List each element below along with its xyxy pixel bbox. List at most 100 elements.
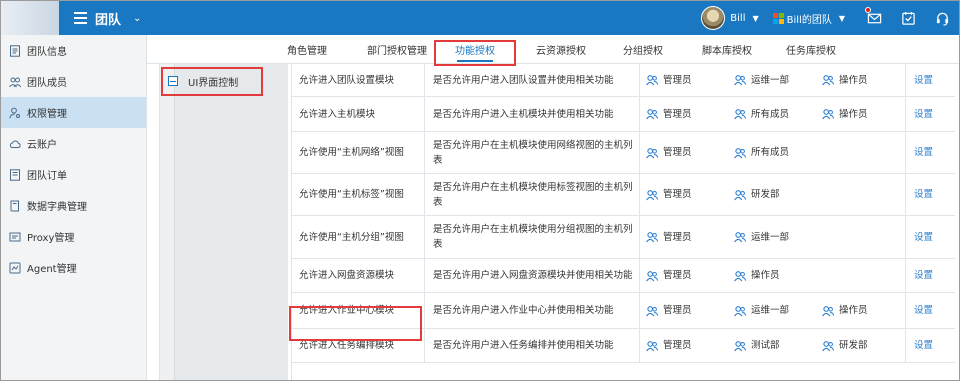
role-tag: 运维一部 — [734, 293, 789, 328]
permission-description: 是否允许用户在主机模块使用标签视图的主机列表 — [425, 174, 640, 215]
role-tag: 研发部 — [822, 329, 868, 362]
settings-link[interactable]: 设置 — [906, 293, 955, 328]
mail-icon[interactable] — [857, 1, 891, 35]
table-row: 允许使用“主机标签”视图 是否允许用户在主机模块使用标签视图的主机列表 管理员 研发部… — [292, 174, 955, 216]
assigned-roles: 管理员 所有成员 — [640, 132, 906, 173]
permission-name: 允许进入作业中心模块 — [292, 293, 425, 328]
role-label: 管理员 — [663, 305, 692, 316]
table-row: 允许进入任务编排模块 是否允许用户进入任务编排并使用相关功能 管理员 测试部 研发部 设置 — [292, 329, 955, 363]
table-row: 允许进入团队设置模块 是否允许用户进入团队设置并使用相关功能 管理员 运维一部 操作员 设… — [292, 64, 955, 97]
assigned-roles: 管理员 运维一部 — [640, 216, 906, 258]
role-label: 运维一部 — [751, 305, 790, 316]
task-check-icon[interactable] — [891, 1, 925, 35]
permission-name: 允许进入任务编排模块 — [292, 329, 425, 362]
role-tag: 管理员 — [646, 293, 692, 328]
role-tag: 操作员 — [734, 259, 780, 292]
user-name[interactable]: Bill — [730, 13, 745, 24]
role-tag: 操作员 — [822, 97, 868, 131]
role-tag: 管理员 — [646, 132, 692, 173]
sidebar-item-label: Proxy管理 — [27, 233, 75, 244]
tree-indent-column — [174, 64, 288, 380]
role-tag: 管理员 — [646, 329, 692, 362]
tab-department-auth[interactable]: 部门授权管理 — [352, 35, 442, 64]
tab-task-library-auth[interactable]: 任务库授权 — [771, 35, 851, 64]
role-label: 所有成员 — [751, 108, 790, 120]
role-tag: 管理员 — [646, 216, 692, 258]
page-title: 团队 — [95, 12, 122, 28]
role-tag: 运维一部 — [734, 216, 789, 258]
user-group-icon — [646, 74, 663, 86]
user-group-icon — [646, 231, 663, 243]
tab-role-management[interactable]: 角色管理 — [267, 35, 347, 64]
sidebar-item-team-members[interactable]: 团队成员 — [1, 66, 146, 97]
user-group-icon — [646, 147, 663, 159]
proxy-icon — [9, 232, 21, 241]
table-row: 允许进入网盘资源模块 是否允许用户进入网盘资源模块并使用相关功能 管理员 操作员 设置 — [292, 259, 955, 293]
sidebar-item-proxy[interactable]: Proxy管理 — [1, 221, 146, 252]
assigned-roles: 管理员 运维一部 操作员 — [640, 64, 906, 96]
sidebar-item-team-info[interactable]: 团队信息 — [1, 35, 146, 66]
collapse-icon[interactable] — [168, 76, 178, 86]
role-tag: 管理员 — [646, 174, 692, 215]
chevron-down-icon[interactable]: ⌄ — [133, 13, 141, 24]
settings-link[interactable]: 设置 — [906, 259, 955, 292]
tree-node-label: UI界面控制 — [188, 77, 239, 89]
sidebar-item-team-orders[interactable]: 团队订单 — [1, 159, 146, 190]
role-tag: 研发部 — [734, 174, 780, 215]
headset-icon[interactable] — [925, 1, 959, 35]
user-group-icon — [734, 189, 751, 201]
user-chevron-down-icon[interactable]: ▼ — [752, 14, 758, 23]
sidebar-item-data-dictionary[interactable]: 数据字典管理 — [1, 190, 146, 221]
sidebar-item-label: 云账户 — [27, 140, 57, 151]
team-chevron-down-icon[interactable]: ▼ — [839, 14, 845, 23]
permission-name: 允许进入主机模块 — [292, 97, 425, 131]
top-bar: 团队 ⌄ Bill ▼ Bill的团队 ▼ — [1, 1, 959, 35]
settings-link[interactable]: 设置 — [906, 97, 955, 131]
table-row: 允许使用“主机分组”视图 是否允许用户在主机模块使用分组视图的主机列表 管理员 运维一… — [292, 216, 955, 259]
settings-link[interactable]: 设置 — [906, 64, 955, 96]
user-group-icon — [646, 189, 663, 201]
user-group-icon — [646, 340, 663, 352]
id-card-icon — [10, 44, 20, 57]
role-tag: 管理员 — [646, 64, 692, 96]
settings-link[interactable]: 设置 — [906, 216, 955, 258]
user-group-icon — [734, 305, 751, 317]
settings-link[interactable]: 设置 — [906, 174, 955, 215]
role-label: 管理员 — [663, 147, 692, 158]
permission-description: 是否允许用户进入网盘资源模块并使用相关功能 — [425, 259, 640, 292]
tab-script-library-auth[interactable]: 脚本库授权 — [687, 35, 767, 64]
tab-cloud-resource-auth[interactable]: 云资源授权 — [521, 35, 601, 64]
team-switcher[interactable]: Bill的团队 — [787, 11, 832, 26]
permission-description: 是否允许用户在主机模块使用分组视图的主机列表 — [425, 216, 640, 258]
sidebar-item-cloud-account[interactable]: 云账户 — [1, 128, 146, 159]
user-group-icon — [646, 270, 663, 282]
tab-group-auth[interactable]: 分组授权 — [603, 35, 683, 64]
avatar[interactable] — [701, 6, 726, 30]
tree-node-ui-control[interactable]: UI界面控制 — [168, 72, 238, 90]
settings-link[interactable]: 设置 — [906, 132, 955, 173]
sidebar-item-agent[interactable]: Agent管理 — [1, 252, 146, 283]
user-group-icon — [734, 231, 751, 243]
user-group-icon — [646, 108, 663, 120]
role-tag: 管理员 — [646, 259, 692, 292]
role-label: 测试部 — [751, 340, 780, 351]
user-group-icon — [822, 305, 839, 317]
settings-link[interactable]: 设置 — [906, 329, 955, 362]
table-row: 允许使用“主机网络”视图 是否允许用户在主机模块使用网络视图的主机列表 管理员 所有成… — [292, 132, 955, 174]
user-key-icon — [9, 107, 20, 118]
permission-description: 是否允许用户进入任务编排并使用相关功能 — [425, 329, 640, 362]
permission-description: 是否允许用户进入团队设置并使用相关功能 — [425, 64, 640, 96]
role-label: 管理员 — [663, 270, 692, 281]
role-label: 操作员 — [839, 74, 868, 86]
role-label: 管理员 — [663, 340, 692, 351]
sidebar-item-permissions[interactable]: 权限管理 — [1, 97, 146, 128]
permission-name: 允许进入网盘资源模块 — [292, 259, 425, 292]
sidebar-item-label: 团队订单 — [27, 171, 67, 182]
role-label: 管理员 — [663, 231, 692, 243]
user-group-icon — [822, 108, 839, 120]
assigned-roles: 管理员 所有成员 操作员 — [640, 97, 906, 131]
tab-function-auth[interactable]: 功能授权 — [435, 35, 515, 64]
permission-description: 是否允许用户进入作业中心并使用相关功能 — [425, 293, 640, 328]
permission-name: 允许使用“主机标签”视图 — [292, 174, 425, 215]
menu-icon[interactable] — [67, 1, 93, 35]
